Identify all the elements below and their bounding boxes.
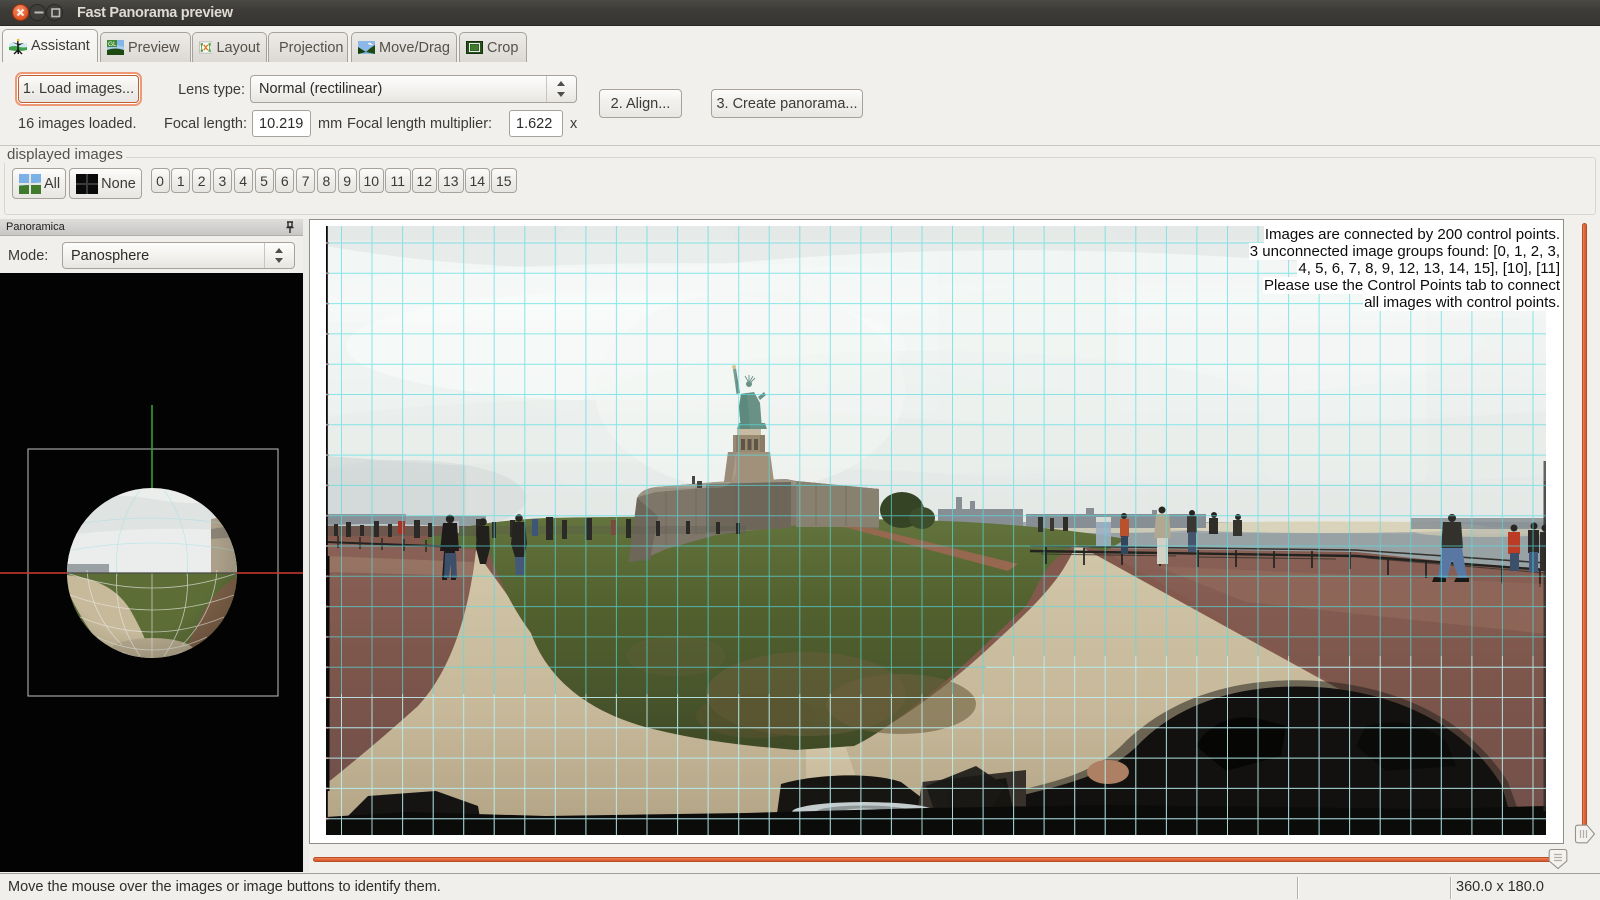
svg-text:GL: GL (108, 41, 117, 48)
